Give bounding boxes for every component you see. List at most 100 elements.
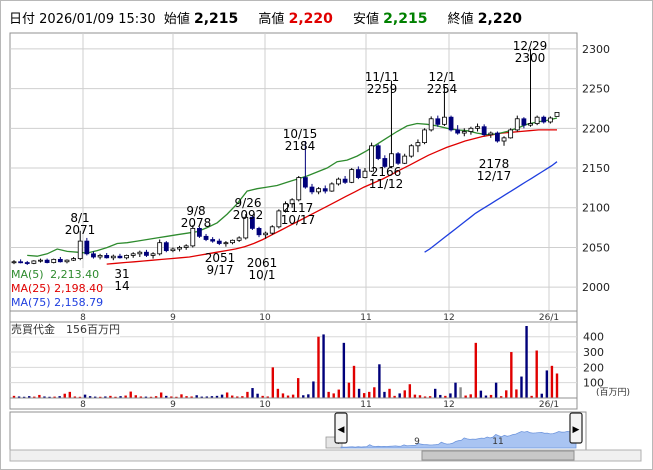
volume-bar (459, 387, 462, 398)
volume-bar (474, 342, 478, 398)
price-tick-label: 2250 (582, 83, 610, 96)
volume-bar (469, 394, 472, 398)
volume-bar (515, 389, 518, 398)
candle-body (223, 242, 229, 245)
volume-tick-label: 200 (583, 361, 604, 374)
navigator-label: 11 (492, 437, 503, 447)
volume-bar (520, 376, 523, 398)
candle-body (322, 188, 328, 192)
candle-body (442, 116, 447, 125)
candle-body (501, 137, 507, 142)
volume-bar (337, 389, 340, 398)
candle-body (256, 227, 262, 236)
navigator-label: 9 (414, 437, 420, 447)
candle-body (534, 116, 540, 124)
candle-body (104, 254, 110, 259)
candle-body (554, 112, 560, 117)
price-tick-label: 2200 (582, 122, 610, 135)
candle-body (71, 258, 76, 261)
volume-bar (505, 390, 508, 398)
candle-body (144, 251, 149, 256)
candle-body (481, 126, 487, 136)
candle-body (216, 240, 222, 244)
annotation-date: 10/1 (249, 268, 276, 282)
candle-body (64, 259, 70, 263)
candle-body (547, 117, 553, 123)
volume-bar (296, 378, 300, 398)
volume-tick-label: 400 (583, 331, 604, 344)
candle-body (57, 258, 63, 263)
annotation-date: 12/17 (477, 169, 512, 183)
annotation-price: 2061 (247, 256, 278, 270)
volume-bar (540, 393, 543, 398)
volume-bar (383, 391, 386, 398)
volume-bar (352, 365, 356, 398)
volume-bar (510, 352, 513, 398)
candle-body (124, 254, 129, 259)
candle-body (461, 131, 467, 134)
candle-body (269, 226, 275, 234)
candle-body (508, 129, 514, 139)
volume-bar (251, 388, 254, 398)
volume-bar (63, 393, 66, 398)
annotation-date: 11/12 (369, 177, 404, 191)
candle-body (468, 127, 474, 132)
candle-body (130, 253, 136, 256)
candle-body (336, 178, 341, 185)
annotation-price: 2166 (371, 165, 402, 179)
candle-body (110, 255, 116, 259)
candle-body (18, 261, 24, 264)
volume-bar (479, 390, 483, 398)
candle-body (38, 259, 43, 262)
candle-body (309, 186, 315, 193)
volume-bar (403, 390, 406, 398)
volume-title: 売買代金 156百万円 (11, 323, 120, 337)
candle-body (528, 123, 533, 126)
candle-body (355, 169, 361, 178)
candle-body (51, 258, 57, 263)
candle-body (183, 245, 189, 248)
candle-body (84, 240, 90, 255)
candle-body (495, 132, 500, 142)
volume-bar (454, 382, 457, 398)
scrollbar-thumb[interactable] (421, 450, 575, 461)
volume-bar (276, 388, 280, 398)
candle-body (170, 248, 176, 252)
annotation-price: 2178 (479, 157, 510, 171)
candle-body (150, 253, 156, 256)
volume-unit: (百万円) (596, 388, 631, 398)
price-tick-label: 2050 (582, 241, 610, 254)
candle-body (408, 145, 414, 157)
candle-body (488, 132, 494, 136)
volume-bar (327, 391, 330, 398)
ma25-line (106, 129, 557, 265)
candle-body (11, 261, 17, 264)
price-tick-label: 2000 (582, 281, 610, 294)
legend-ma25: MA(25) 2,198.40 (11, 282, 104, 296)
candle-body (177, 247, 182, 250)
annotation-price: 2092 (233, 208, 264, 222)
candle-body (263, 232, 269, 236)
candle-body (435, 118, 441, 125)
volume-bar (225, 392, 229, 398)
volume-bar (357, 388, 361, 398)
price-tick-label: 2150 (582, 162, 610, 175)
volume-bar (434, 388, 437, 398)
annotation-price: 2078 (181, 216, 212, 230)
candle-body (455, 129, 461, 134)
candle-body (541, 116, 547, 123)
volume-bar (291, 394, 295, 398)
volume-date-label: 8 (80, 400, 86, 410)
volume-bar (362, 393, 366, 398)
candle-body (375, 145, 381, 159)
candle-body (203, 235, 209, 240)
volume-bar (494, 382, 498, 398)
candle-body (31, 260, 37, 264)
volume-tick-label: 300 (583, 346, 604, 359)
volume-date-label: 26/1 (539, 400, 559, 410)
annotation-price: 2254 (427, 82, 458, 96)
legend-ma5: MA(5) 2,213.40 (11, 268, 101, 282)
volume-bar (68, 391, 72, 398)
candle-body (190, 227, 196, 247)
volume-bar (545, 370, 549, 398)
